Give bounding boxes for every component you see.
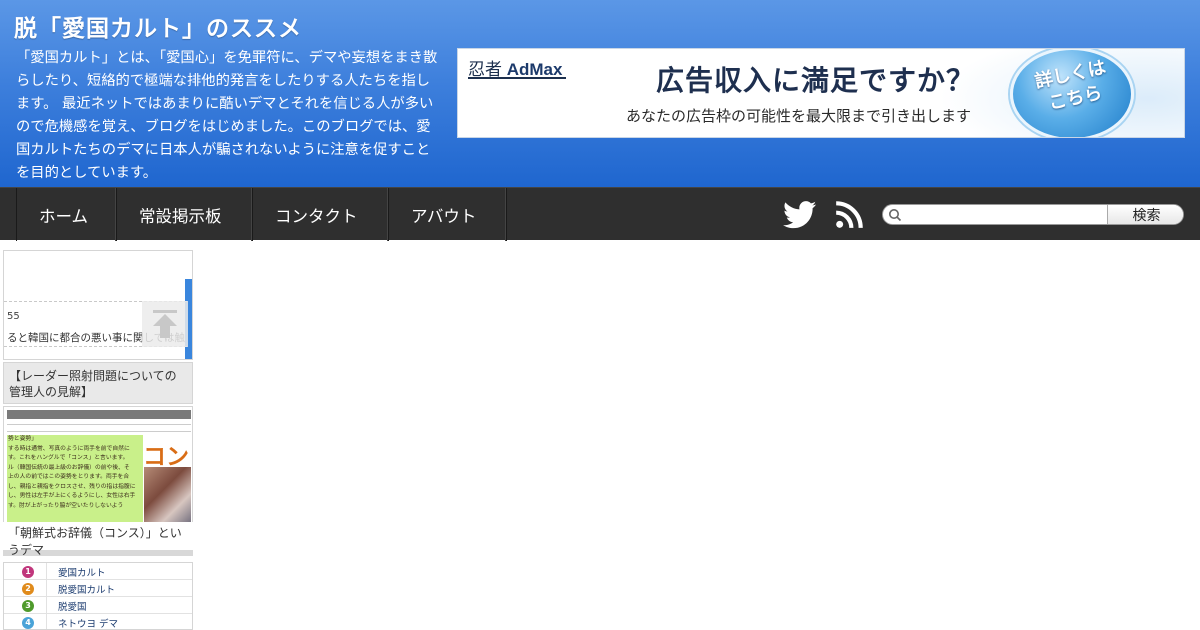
thumbnail-heading: コン [143, 443, 189, 469]
comment-number: 55 [7, 311, 20, 322]
search-button[interactable]: 検索 [1107, 205, 1183, 224]
nav-item-home[interactable]: ホーム [17, 188, 117, 241]
back-to-top-button[interactable] [142, 301, 188, 347]
ranking-keyword[interactable]: ネトウヨ デマ [58, 616, 118, 629]
related-post-title[interactable]: 【レーダー照射問題についての管理人の見解】 [3, 362, 193, 404]
related-post-card[interactable]: 55 ると韓国に都合の悪い事に関しては触 [3, 250, 193, 360]
doc-line: し、親指と親指をクロスさせ、残りの指は指腹に [8, 483, 136, 490]
ad-headline: 広告収入に満足ですか？ [656, 64, 976, 97]
thumbnail-photo [144, 467, 191, 525]
ranking-row[interactable]: 2 脱愛国カルト [4, 580, 192, 597]
thumbnail-header-bar [7, 410, 191, 419]
doc-line: 上の人の前ではこの姿勢をとります。両手を合 [8, 474, 130, 480]
site-description: 「愛国カルト」とは、「愛国心」を免罪符に、デマや妄想をまき散らしたり、短絡的で極… [16, 50, 438, 181]
thumbnail-document: 勢と姿勢」 する時は通常、写真のように両手を前で自然に す。これをハングルで「コ… [7, 435, 143, 523]
rank-medal-icon: 1 [22, 566, 34, 578]
main-navbar: ホーム 常設掲示板 コンタクト アバウト 検索 [0, 187, 1200, 241]
rss-icon[interactable] [835, 201, 863, 229]
search-input[interactable] [905, 205, 1107, 224]
ranking-row[interactable]: 1 愛国カルト [4, 563, 192, 580]
rank-medal-icon: 4 [22, 617, 34, 629]
rank-medal-icon: 2 [22, 583, 34, 595]
doc-line: し、男性は左手が上にくるようにし、女性は右手 [8, 493, 136, 499]
arrow-up-icon [153, 310, 177, 338]
doc-line: ル（韓国伝統の最上級のお辞儀）の前や後、そ [8, 464, 130, 471]
ranking-row[interactable]: 3 脱愛国 [4, 597, 192, 614]
related-post-title[interactable]: 「朝鮮式お辞儀（コンス）」というデマ [3, 522, 193, 562]
ranking-row[interactable]: 4 ネトウヨ デマ [4, 614, 192, 629]
divider [7, 424, 191, 425]
site-title[interactable]: 脱「愛国カルト」のススメ [14, 9, 302, 43]
doc-line: す。これをハングルで「コンス」と言います。 [8, 455, 129, 461]
divider [7, 431, 191, 432]
doc-line: す。肘が上がったり脇が空いたりしないよう [8, 502, 124, 509]
ad-logo-underline [468, 77, 566, 79]
search-icon [889, 209, 902, 222]
search-box: 検索 [882, 204, 1184, 225]
doc-line: する時は通常、写真のように両手を前で自然に [8, 445, 130, 452]
ranking-keyword[interactable]: 愛国カルト [58, 565, 106, 579]
ranking-list: 1 愛国カルト 2 脱愛国カルト 3 脱愛国 4 ネトウヨ デマ [3, 562, 193, 630]
nav-item-contact[interactable]: コンタクト [253, 188, 389, 241]
nav-item-board[interactable]: 常設掲示板 [117, 188, 253, 241]
ad-banner[interactable]: 忍者 AdMax 広告収入に満足ですか？ あなたの広告枠の可能性を最大限まで引き… [457, 48, 1185, 138]
nav-item-about[interactable]: アバウト [389, 188, 507, 241]
ad-subline: あなたの広告枠の可能性を最大限まで引き出します [626, 107, 972, 125]
ranking-keyword[interactable]: 脱愛国カルト [58, 582, 115, 596]
site-header: 脱「愛国カルト」のススメ 「愛国カルト」とは、「愛国心」を免罪符に、デマや妄想を… [0, 0, 1200, 187]
rank-medal-icon: 3 [22, 600, 34, 612]
related-posts-widget: 55 ると韓国に都合の悪い事に関しては触 【レーダー照射問題についての管理人の見… [3, 250, 193, 630]
nav-menu: ホーム 常設掲示板 コンタクト アバウト [16, 188, 507, 241]
ranking-keyword[interactable]: 脱愛国 [58, 599, 87, 613]
doc-line: 勢と姿勢」 [8, 436, 37, 442]
twitter-icon[interactable] [783, 201, 817, 229]
